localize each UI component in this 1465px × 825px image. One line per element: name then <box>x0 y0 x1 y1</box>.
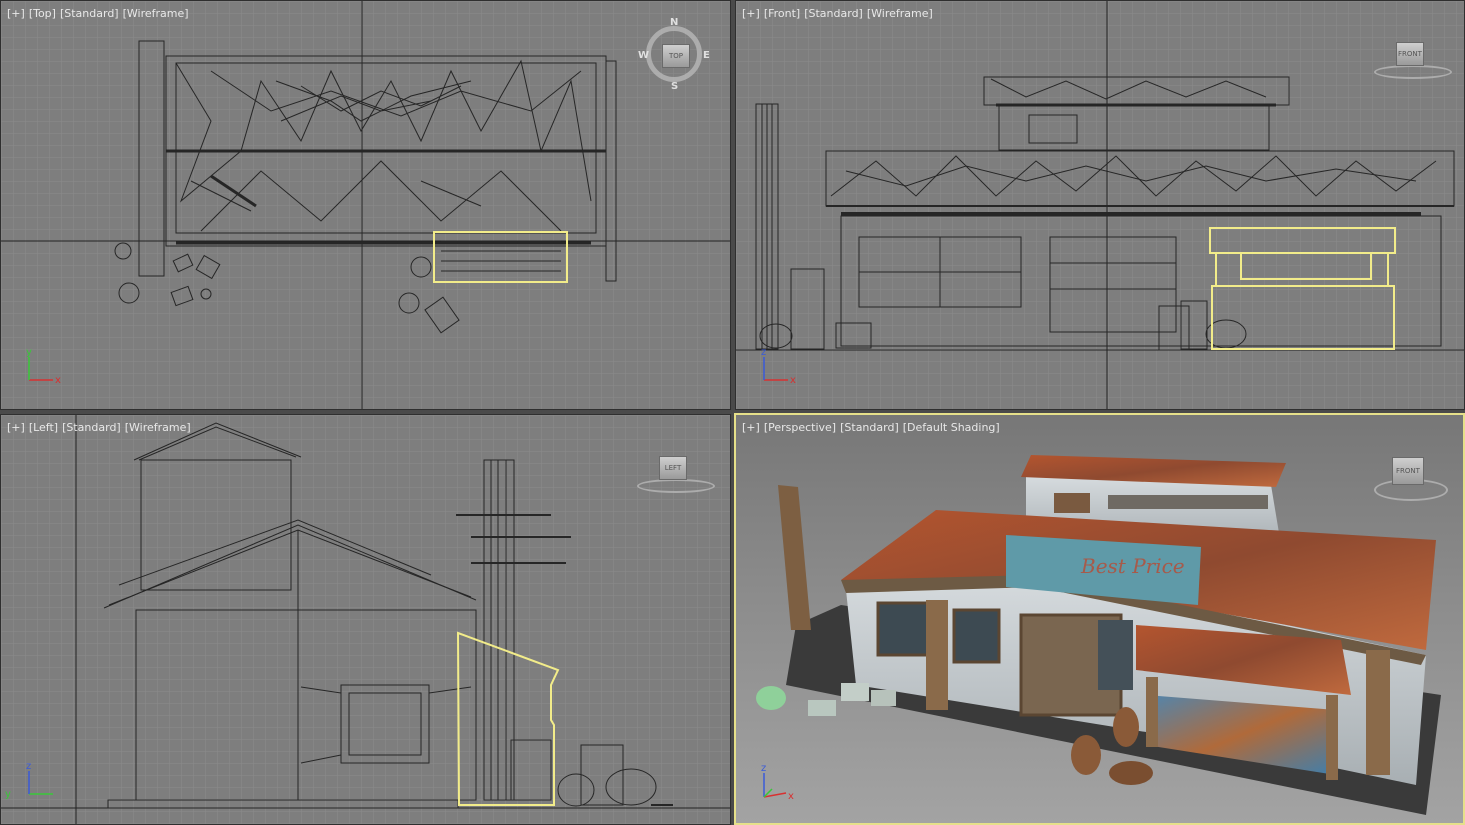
viewcube-ring[interactable] <box>637 479 715 493</box>
axis-label-z: z <box>761 347 766 358</box>
front-view-canvas[interactable]: x z <box>736 1 1465 410</box>
viewport-shading-label[interactable]: [Wireframe] <box>125 421 191 434</box>
viewcube-face[interactable]: LEFT <box>659 456 687 480</box>
compass-s: S <box>671 81 679 92</box>
axis-label-z: z <box>761 763 766 774</box>
axis-label-y: y <box>26 347 32 358</box>
viewport-front[interactable]: [+] [Front] [Standard] [Wireframe] x z F… <box>735 0 1465 410</box>
viewcube-perspective[interactable]: FRONT <box>1372 453 1452 503</box>
viewport-standard-label[interactable]: [Standard] <box>804 7 863 20</box>
sign-text: Best Price <box>1080 554 1185 578</box>
viewport-menu-plus[interactable]: [+] <box>7 421 25 434</box>
perspective-render[interactable]: Best Price x z <box>736 415 1465 825</box>
viewport-pov-label[interactable]: [Top] <box>29 7 56 20</box>
viewport-shading-label[interactable]: [Wireframe] <box>867 7 933 20</box>
viewport-menu-plus[interactable]: [+] <box>742 7 760 20</box>
viewport-standard-label[interactable]: [Standard] <box>62 421 121 434</box>
axis-label-z: z <box>26 761 31 772</box>
viewport-label-front[interactable]: [+] [Front] [Standard] [Wireframe] <box>742 7 937 20</box>
compass-e: E <box>703 50 710 61</box>
viewport-label-left[interactable]: [+] [Left] [Standard] [Wireframe] <box>7 421 195 434</box>
viewport-pov-label[interactable]: [Left] <box>29 421 58 434</box>
viewport-shading-label[interactable]: [Wireframe] <box>123 7 189 20</box>
axis-label-x: x <box>788 791 794 802</box>
viewport-menu-plus[interactable]: [+] <box>742 421 760 434</box>
compass-w: W <box>638 50 650 61</box>
top-view-canvas[interactable]: x y <box>1 1 731 410</box>
viewport-label-perspective[interactable]: [+] [Perspective] [Standard] [Default Shadi… <box>742 421 1004 434</box>
pole <box>778 485 811 630</box>
viewport-pov-label[interactable]: [Perspective] <box>764 421 836 434</box>
viewcube-top[interactable]: TOP N S E W <box>638 17 711 92</box>
axis-label-x: x <box>55 375 61 386</box>
axis-tripod-perspective: x z <box>761 763 794 802</box>
viewport-pov-label[interactable]: [Front] <box>764 7 800 20</box>
compass-n: N <box>670 17 679 28</box>
viewcube-ring[interactable] <box>1374 65 1452 79</box>
axis-label-y: y <box>5 789 11 800</box>
viewcube-front[interactable]: FRONT <box>1372 41 1452 81</box>
viewport-shading-label[interactable]: [Default Shading] <box>903 421 1000 434</box>
viewcube-face[interactable]: FRONT <box>1392 457 1424 485</box>
viewcube-face[interactable]: TOP <box>662 44 690 68</box>
viewport-menu-plus[interactable]: [+] <box>7 7 25 20</box>
viewport-top[interactable]: [+] [Top] [Standard] [Wireframe] x y TOP… <box>0 0 731 410</box>
viewcube-left[interactable]: LEFT <box>635 455 715 495</box>
viewport-label-top[interactable]: [+] [Top] [Standard] [Wireframe] <box>7 7 193 20</box>
viewcube-face[interactable]: FRONT <box>1396 42 1424 66</box>
axis-label-x: x <box>790 375 796 386</box>
left-view-canvas[interactable]: y z <box>1 415 731 825</box>
viewport-perspective[interactable]: [+] [Perspective] [Standard] [Default Shadi… <box>734 413 1465 825</box>
viewport-standard-label[interactable]: [Standard] <box>840 421 899 434</box>
viewport-standard-label[interactable]: [Standard] <box>60 7 119 20</box>
viewport-left[interactable]: [+] [Left] [Standard] [Wireframe] y z LE… <box>0 414 731 825</box>
